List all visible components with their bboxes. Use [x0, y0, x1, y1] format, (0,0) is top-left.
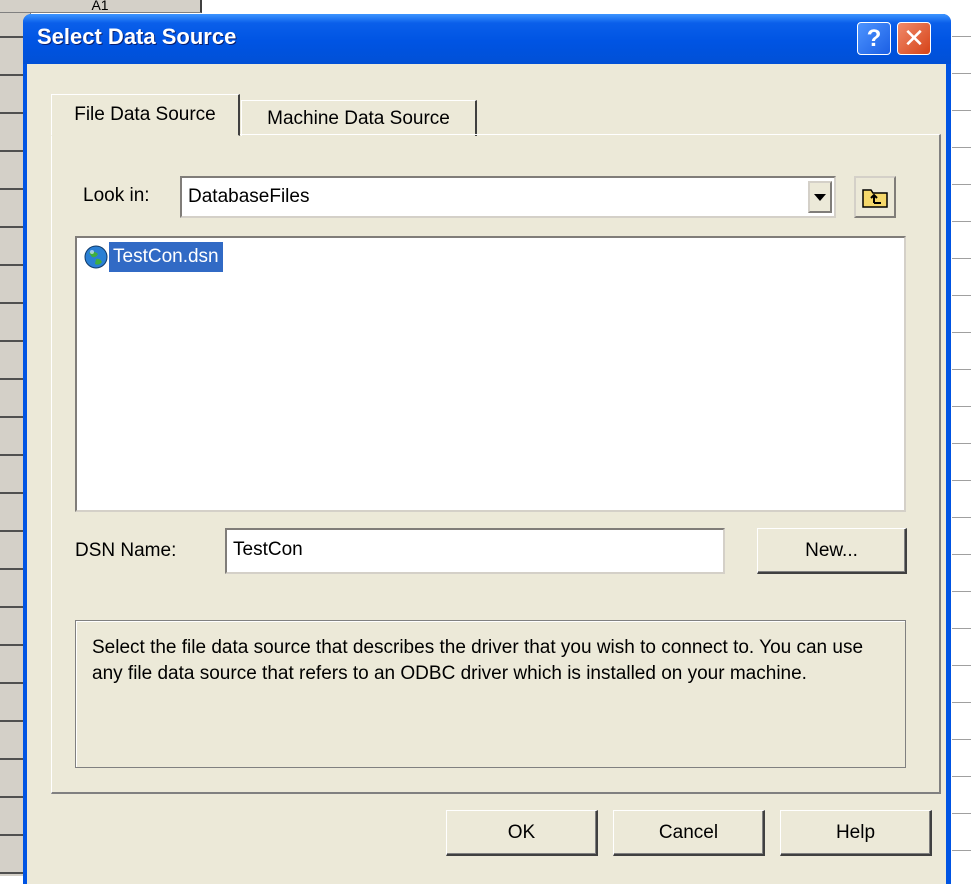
tab-machine-data-source[interactable]: Machine Data Source [241, 100, 477, 136]
select-data-source-dialog: Select Data Source ? ✕ File Data Source … [23, 14, 951, 884]
cancel-button[interactable]: Cancel [613, 810, 765, 856]
title-bar[interactable]: Select Data Source ? ✕ [23, 14, 951, 64]
help-button[interactable]: Help [780, 810, 932, 856]
close-icon: ✕ [903, 23, 925, 53]
chevron-down-icon [814, 193, 826, 201]
dialog-title: Select Data Source [37, 24, 237, 49]
folder-up-icon [862, 189, 888, 208]
dsn-name-label: DSN Name: [75, 540, 177, 561]
look-in-label: Look in: [83, 185, 150, 206]
look-in-value: DatabaseFiles [188, 186, 310, 207]
spreadsheet-grid [952, 0, 971, 876]
dropdown-arrow-button[interactable] [808, 181, 832, 213]
cancel-button-label: Cancel [658, 821, 719, 843]
new-button-label: New... [805, 539, 858, 561]
file-name: TestCon.dsn [109, 242, 223, 272]
tab-label: Machine Data Source [267, 107, 450, 129]
dsn-name-field[interactable]: TestCon [225, 528, 725, 574]
description-text: Select the file data source that describ… [92, 637, 864, 684]
description-box: Select the file data source that describ… [75, 620, 906, 768]
ok-button[interactable]: OK [446, 810, 598, 856]
ok-button-label: OK [507, 821, 536, 843]
look-in-dropdown[interactable]: DatabaseFiles [180, 176, 836, 218]
dialog-client-area: File Data Source Machine Data Source Loo… [27, 64, 946, 884]
close-button[interactable]: ✕ [897, 22, 931, 55]
dsn-name-value: TestCon [233, 539, 303, 560]
tab-label: File Data Source [74, 104, 216, 125]
question-icon: ? [866, 24, 882, 52]
tab-file-data-source[interactable]: File Data Source [51, 94, 240, 136]
globe-dsn-icon [84, 245, 108, 269]
list-item[interactable]: TestCon.dsn [83, 242, 223, 272]
help-icon-button[interactable]: ? [857, 22, 891, 55]
help-button-label: Help [835, 821, 876, 843]
new-button[interactable]: New... [757, 528, 907, 574]
file-list[interactable]: TestCon.dsn [75, 236, 906, 512]
name-box[interactable]: A1 [0, 0, 202, 13]
up-one-level-button[interactable] [854, 176, 896, 218]
